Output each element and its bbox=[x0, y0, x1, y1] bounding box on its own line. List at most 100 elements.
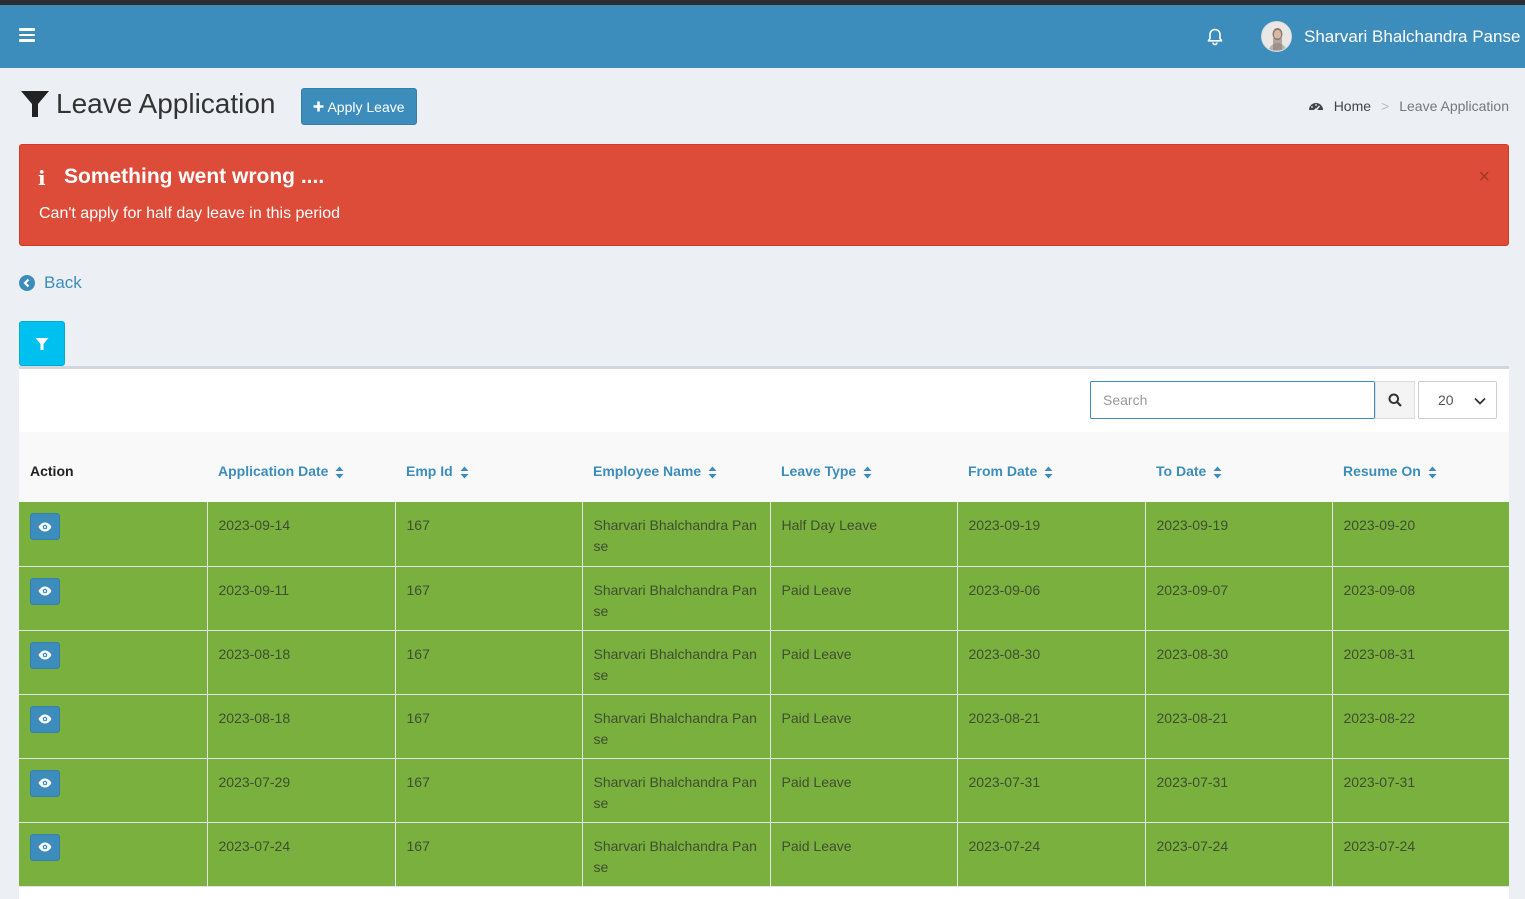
employee-name-cell: Sharvari Bhalchandra Panse bbox=[582, 630, 771, 694]
from-date-cell: 2023-07-31 bbox=[957, 758, 1146, 822]
resume-on-cell: 2023-07-31 bbox=[1343, 773, 1416, 790]
sort-icon bbox=[708, 466, 717, 479]
column-header-application-date[interactable]: Application Date bbox=[207, 432, 395, 502]
leave-type-cell: Paid Leave bbox=[770, 566, 958, 630]
search-input[interactable] bbox=[1090, 381, 1375, 419]
sort-icon bbox=[335, 466, 344, 479]
leave-type-cell: Paid Leave bbox=[770, 758, 958, 822]
employee-name-cell: Sharvari Bhalchandra Panse bbox=[582, 502, 771, 566]
action-cell bbox=[19, 630, 208, 694]
filter-icon bbox=[35, 337, 49, 350]
view-button[interactable] bbox=[30, 577, 60, 605]
sort-icon bbox=[863, 466, 872, 479]
leave-table-box: 20 Action Application Date Emp Id Employ… bbox=[19, 366, 1509, 899]
filter-icon bbox=[20, 89, 50, 119]
apply-leave-button[interactable]: Apply Leave bbox=[301, 88, 417, 125]
table-row: 2023-07-24 167 Sharvari Bhalchandra Panse P… bbox=[19, 822, 1509, 886]
emp-id-cell: 167 bbox=[395, 630, 583, 694]
sort-icon bbox=[460, 466, 469, 479]
breadcrumb-separator: > bbox=[1381, 98, 1390, 114]
employee-name-cell: Sharvari Bhalchandra Panse bbox=[582, 758, 771, 822]
table-toolbar: 20 bbox=[19, 369, 1509, 432]
plus-icon bbox=[313, 101, 324, 112]
application-date-cell: 2023-08-18 bbox=[207, 630, 396, 694]
from-date-cell: 2023-09-19 bbox=[957, 502, 1146, 566]
search-button[interactable] bbox=[1375, 381, 1415, 419]
action-cell bbox=[19, 566, 208, 630]
resume-on-cell: 2023-07-24 bbox=[1343, 837, 1416, 854]
page-title: Leave Application bbox=[56, 88, 276, 119]
user-avatar[interactable] bbox=[1261, 21, 1292, 52]
close-icon[interactable]: × bbox=[1478, 167, 1490, 187]
table-row: 2023-09-14 167 Sharvari Bhalchandra Panse H… bbox=[19, 502, 1509, 566]
to-date-cell: 2023-07-31 bbox=[1145, 758, 1333, 822]
application-date-cell: 2023-09-14 bbox=[207, 502, 396, 566]
top-navbar: Sharvari Bhalchandra Panse bbox=[0, 5, 1525, 68]
page-size-select[interactable]: 20 bbox=[1418, 381, 1497, 419]
column-header-resume-on[interactable]: Resume On bbox=[1332, 432, 1509, 502]
table-header-row: Action Application Date Emp Id Employee … bbox=[19, 432, 1509, 502]
page-size-value: 20 bbox=[1438, 392, 1454, 408]
leave-type-cell: Half Day Leave bbox=[770, 502, 958, 566]
breadcrumb-home[interactable]: Home bbox=[1334, 98, 1371, 114]
view-button[interactable] bbox=[30, 769, 60, 797]
employee-name-cell: Sharvari Bhalchandra Panse bbox=[582, 566, 771, 630]
breadcrumb: Home > Leave Application bbox=[1308, 98, 1509, 114]
chevron-left-circle-icon bbox=[19, 275, 35, 291]
apply-leave-label: Apply Leave bbox=[327, 98, 405, 115]
column-header-from-date[interactable]: From Date bbox=[957, 432, 1145, 502]
from-date-cell: 2023-07-24 bbox=[957, 822, 1146, 886]
alert-title: Something went wrong .... bbox=[64, 165, 325, 188]
breadcrumb-current: Leave Application bbox=[1399, 98, 1509, 114]
search-icon bbox=[1388, 393, 1402, 407]
table-row: 2023-07-29 167 Sharvari Bhalchandra Panse P… bbox=[19, 758, 1509, 822]
alert-message: Can't apply for half day leave in this p… bbox=[39, 205, 341, 222]
sort-icon bbox=[1428, 466, 1437, 479]
to-date-cell: 2023-07-24 bbox=[1145, 822, 1333, 886]
to-date-cell: 2023-08-30 bbox=[1145, 630, 1333, 694]
table-row: 2023-08-18 167 Sharvari Bhalchandra Panse P… bbox=[19, 694, 1509, 758]
sort-icon bbox=[1213, 466, 1222, 479]
info-icon: i bbox=[38, 166, 46, 190]
view-button[interactable] bbox=[30, 641, 60, 669]
view-button[interactable] bbox=[30, 833, 60, 861]
back-link[interactable]: Back bbox=[19, 273, 82, 293]
emp-id-cell: 167 bbox=[395, 822, 583, 886]
application-date-cell: 2023-08-18 bbox=[207, 694, 396, 758]
to-date-cell: 2023-09-07 bbox=[1145, 566, 1333, 630]
table-row: 2023-08-18 167 Sharvari Bhalchandra Panse P… bbox=[19, 630, 1509, 694]
table-row: 2023-09-11 167 Sharvari Bhalchandra Panse P… bbox=[19, 566, 1509, 630]
application-date-cell: 2023-09-11 bbox=[207, 566, 396, 630]
bell-icon[interactable] bbox=[1205, 27, 1225, 47]
from-date-cell: 2023-08-21 bbox=[957, 694, 1146, 758]
error-alert: i Something went wrong .... Can't apply … bbox=[19, 144, 1509, 246]
eye-icon bbox=[38, 714, 52, 724]
action-cell bbox=[19, 502, 208, 566]
application-date-cell: 2023-07-29 bbox=[207, 758, 396, 822]
view-button[interactable] bbox=[30, 513, 60, 540]
column-header-action: Action bbox=[30, 463, 74, 479]
menu-toggle-icon[interactable] bbox=[19, 28, 35, 42]
emp-id-cell: 167 bbox=[395, 758, 583, 822]
column-header-employee-name[interactable]: Employee Name bbox=[582, 432, 770, 502]
filter-toggle-button[interactable] bbox=[19, 321, 65, 366]
resume-on-cell: 2023-08-31 bbox=[1343, 645, 1416, 662]
leave-type-cell: Paid Leave bbox=[770, 694, 958, 758]
user-name[interactable]: Sharvari Bhalchandra Panse bbox=[1304, 27, 1520, 47]
eye-icon bbox=[38, 586, 52, 596]
view-button[interactable] bbox=[30, 705, 60, 733]
eye-icon bbox=[38, 778, 52, 788]
emp-id-cell: 167 bbox=[395, 694, 583, 758]
column-header-emp-id[interactable]: Emp Id bbox=[395, 432, 582, 502]
column-header-to-date[interactable]: To Date bbox=[1145, 432, 1332, 502]
leave-type-cell: Paid Leave bbox=[770, 822, 958, 886]
action-cell bbox=[19, 758, 208, 822]
column-header-leave-type[interactable]: Leave Type bbox=[770, 432, 957, 502]
from-date-cell: 2023-09-06 bbox=[957, 566, 1146, 630]
from-date-cell: 2023-08-30 bbox=[957, 630, 1146, 694]
eye-icon bbox=[38, 650, 52, 660]
dashboard-icon bbox=[1308, 103, 1323, 112]
sort-icon bbox=[1044, 466, 1053, 479]
chevron-down-icon bbox=[1474, 397, 1486, 405]
resume-on-cell: 2023-08-22 bbox=[1343, 709, 1416, 726]
